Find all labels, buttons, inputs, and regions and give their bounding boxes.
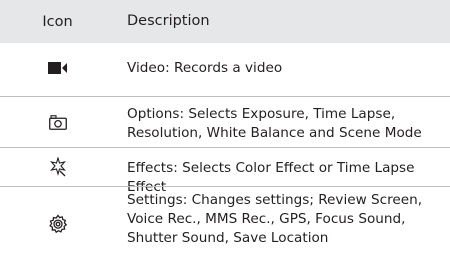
table-header-row: Icon Description [0, 0, 450, 43]
table-row: Settings: Changes settings; Review Scree… [0, 187, 450, 261]
sparkle-effects-icon [49, 157, 67, 177]
icon-description-table: Icon Description Video: Records a video [0, 0, 450, 261]
gear-icon [48, 214, 68, 234]
camera-icon [48, 114, 67, 130]
row-description: Settings: Changes settings; Review Scree… [127, 192, 423, 246]
icon-column-header: Icon [42, 13, 73, 30]
table-row: Video: Records a video [0, 43, 450, 93]
table-row: Effects: Selects Color Effect or Time La… [0, 148, 450, 195]
video-camera-icon [47, 62, 68, 74]
icon-column-header-cell: Icon [0, 0, 115, 43]
row-description: Options: Selects Exposure, Time Lapse, R… [127, 106, 422, 141]
table-row: Options: Selects Exposure, Time Lapse, R… [0, 97, 450, 147]
description-column-header: Description [127, 13, 210, 29]
row-description: Video: Records a video [127, 60, 283, 76]
